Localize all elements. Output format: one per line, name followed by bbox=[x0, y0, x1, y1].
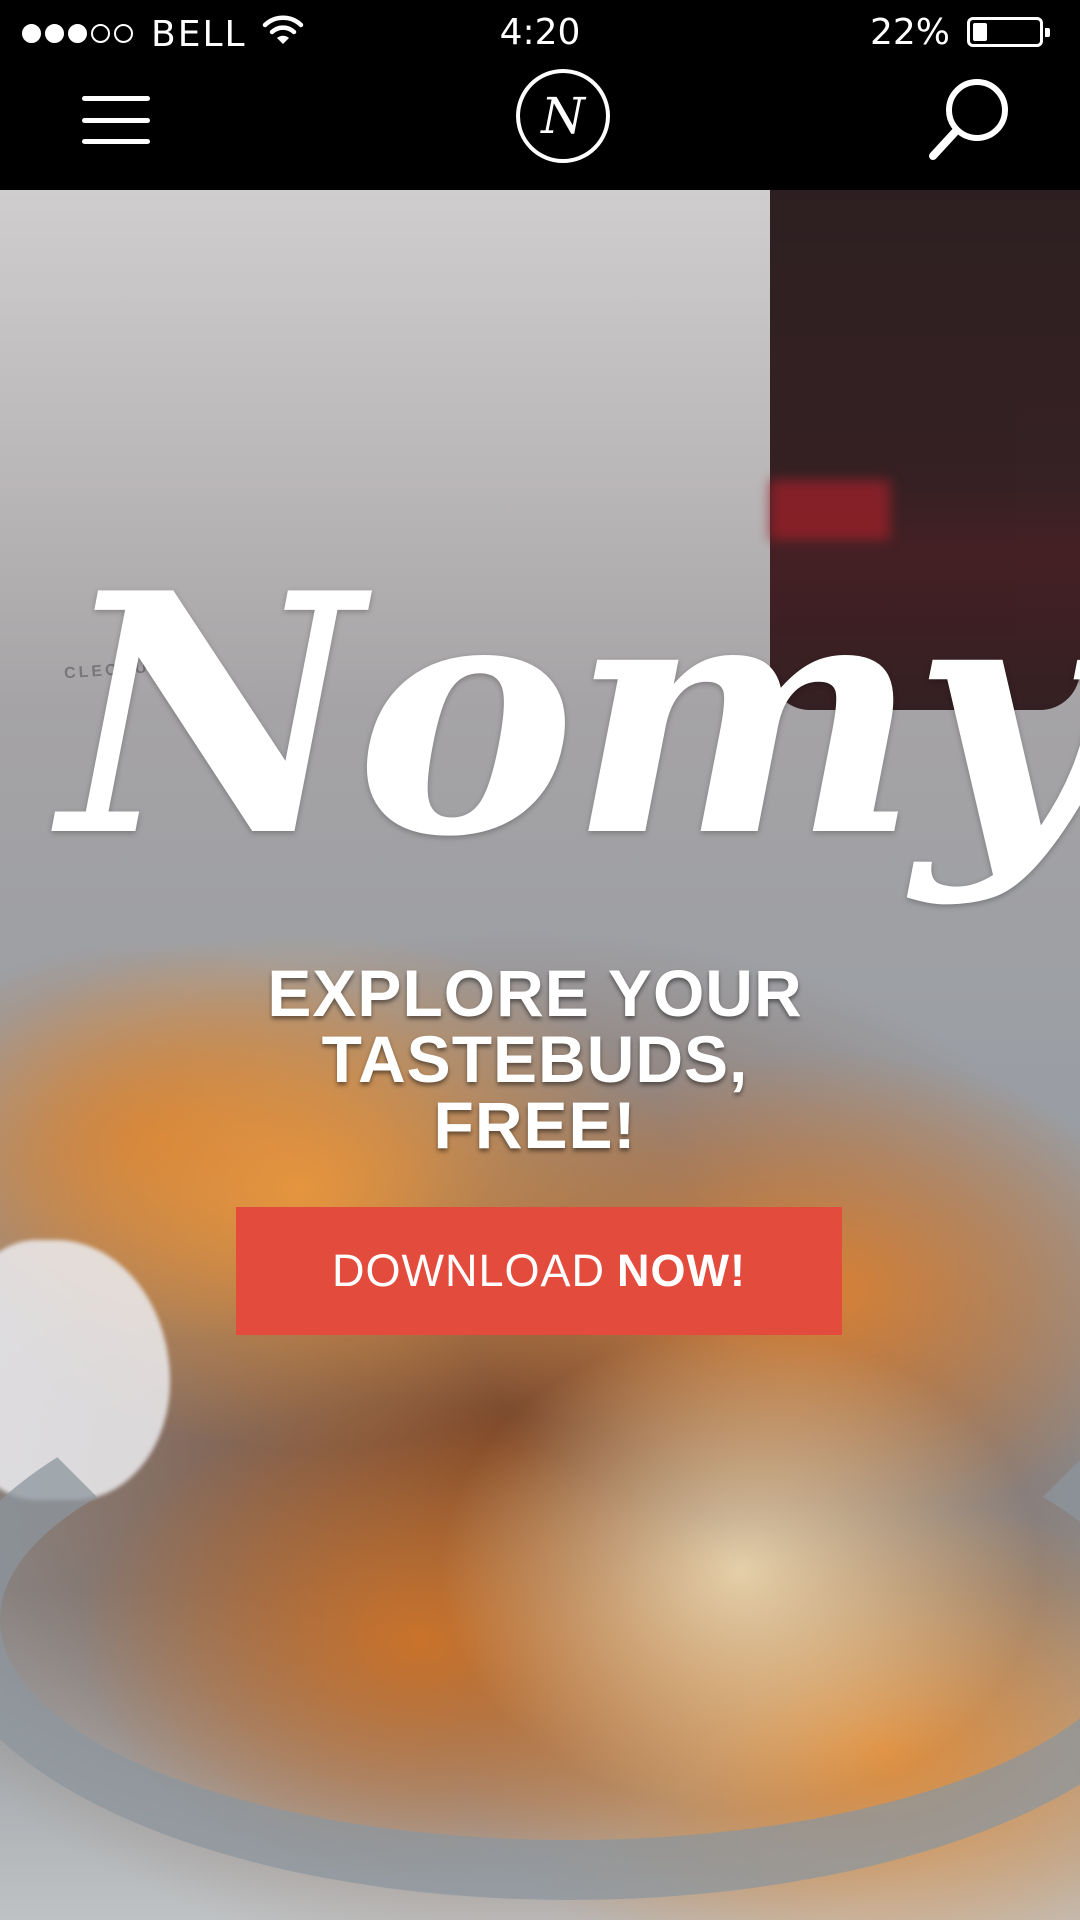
menu-line bbox=[82, 139, 150, 144]
logo[interactable]: N bbox=[516, 69, 610, 163]
background-bowl bbox=[0, 1340, 1080, 1900]
hamburger-menu-icon[interactable] bbox=[82, 96, 150, 144]
download-now-button[interactable]: DOWNLOAD NOW! bbox=[236, 1207, 842, 1335]
cta-label-light: DOWNLOAD bbox=[332, 1245, 606, 1296]
tagline-line: EXPLORE YOUR bbox=[267, 956, 803, 1030]
menu-line bbox=[82, 96, 150, 101]
cta-label-strong: NOW! bbox=[617, 1245, 746, 1296]
nav-bar: N bbox=[0, 66, 1080, 190]
battery-fill bbox=[973, 23, 987, 41]
search-icon[interactable] bbox=[925, 72, 1015, 162]
status-bar: BELL 4:20 22% bbox=[0, 0, 1080, 66]
logo-letter: N bbox=[541, 87, 585, 145]
brand-wordmark: Nomy bbox=[60, 521, 1080, 909]
battery-nub bbox=[1045, 28, 1050, 37]
tagline-line: FREE! bbox=[433, 1088, 637, 1162]
battery-percent: 22% bbox=[869, 12, 950, 53]
tagline-line: TASTEBUDS, bbox=[321, 1022, 749, 1096]
battery-icon bbox=[967, 17, 1050, 47]
hero-section: CLEOBUTTERA Nomy EXPLORE YOUR TASTEBUDS,… bbox=[0, 190, 1080, 1920]
menu-line bbox=[82, 117, 150, 123]
tagline: EXPLORE YOUR TASTEBUDS, FREE! bbox=[190, 960, 880, 1158]
